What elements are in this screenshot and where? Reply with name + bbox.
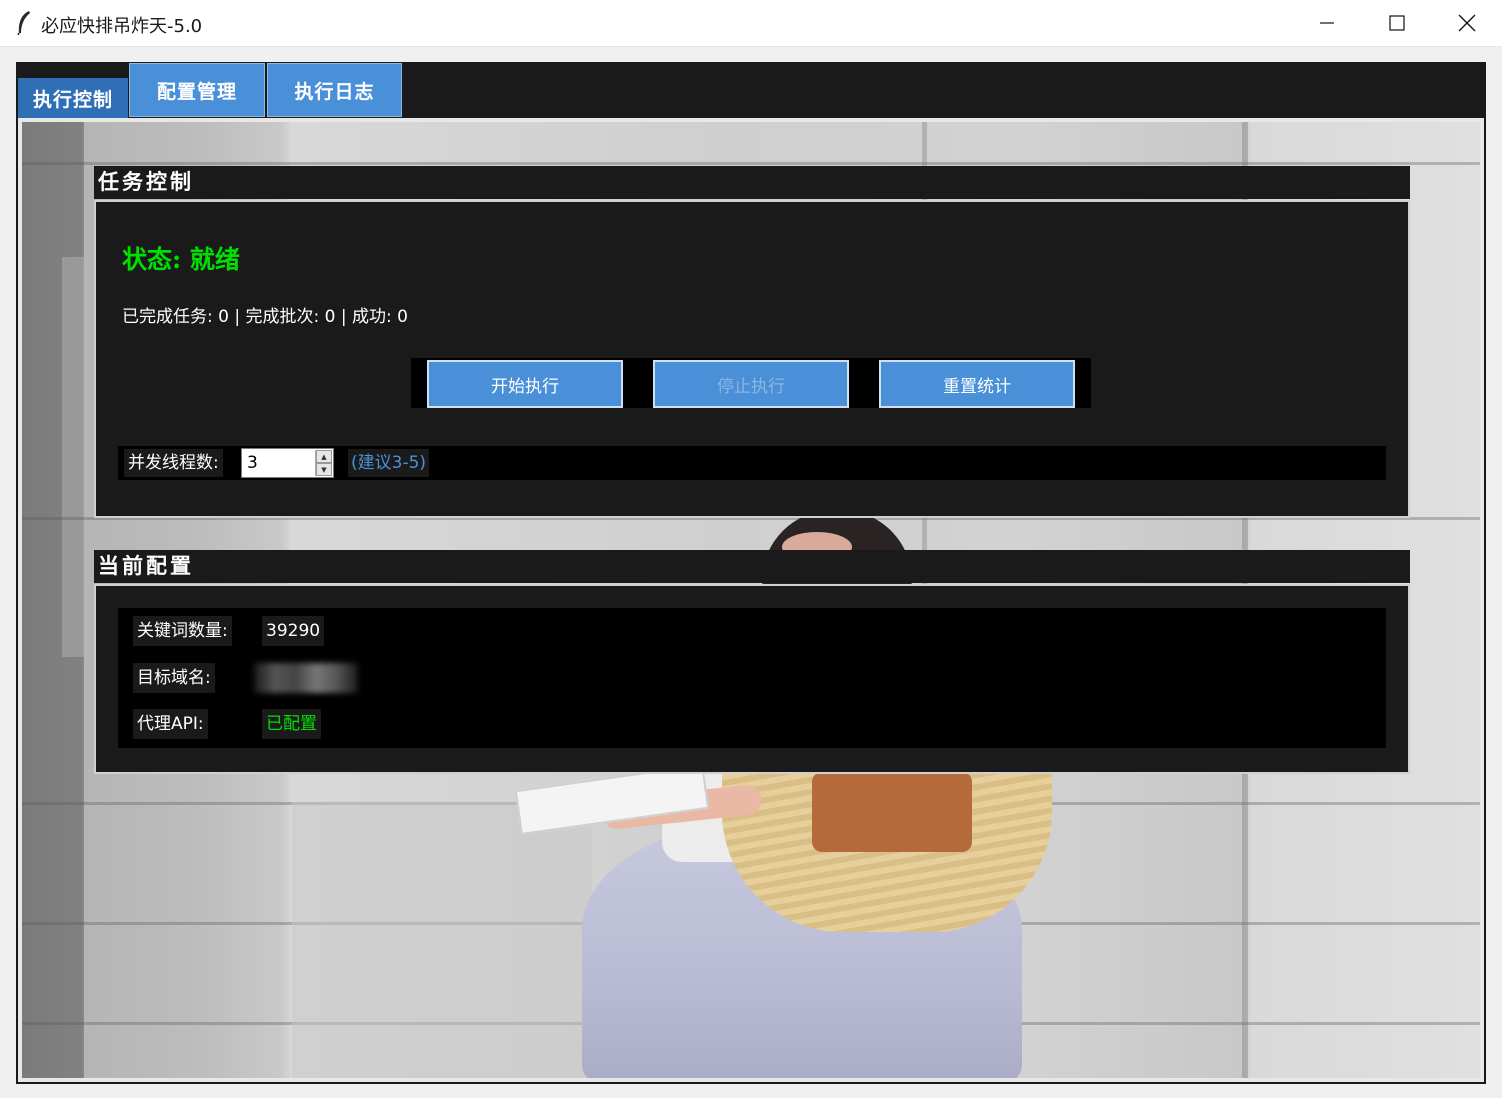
- spin-down-icon[interactable]: ▼: [316, 463, 332, 476]
- maximize-icon: [1389, 15, 1405, 31]
- tab-execution-log[interactable]: 执行日志: [267, 63, 402, 117]
- proxy-api-label: 代理API:: [133, 709, 208, 739]
- target-domain-label: 目标域名:: [133, 663, 215, 693]
- maximize-button[interactable]: [1362, 0, 1432, 46]
- config-list: 关键词数量: 39290 目标域名: 代理API: 已配置: [118, 608, 1386, 748]
- keyword-count-value: 39290: [262, 616, 325, 646]
- window-title: 必应快排吊炸天-5.0: [41, 16, 203, 37]
- target-domain-value-redacted: [254, 663, 358, 693]
- thread-count-spinbox[interactable]: 3 ▲ ▼: [241, 448, 334, 478]
- current-config-panel: 关键词数量: 39290 目标域名: 代理API: 已配置: [94, 584, 1410, 774]
- task-control-title: 任务控制: [94, 166, 1410, 199]
- stats-label: 已完成任务: 0 | 完成批次: 0 | 成功: 0: [122, 307, 408, 327]
- thread-count-hint: (建议3-5): [348, 449, 430, 477]
- stop-button[interactable]: 停止执行: [653, 360, 849, 408]
- thread-count-value[interactable]: 3: [247, 453, 258, 473]
- status-label: 状态: 就绪: [122, 245, 240, 274]
- keyword-count-label: 关键词数量:: [133, 616, 232, 646]
- tab-config-management[interactable]: 配置管理: [129, 63, 265, 117]
- reset-stats-button[interactable]: 重置统计: [879, 360, 1075, 408]
- close-button[interactable]: [1432, 0, 1502, 46]
- current-config-title: 当前配置: [94, 550, 1410, 583]
- title-bar: 必应快排吊炸天-5.0: [0, 0, 1502, 47]
- thread-count-label: 并发线程数:: [124, 449, 223, 477]
- thread-settings-row: 并发线程数: 3 ▲ ▼ (建议3-5): [118, 446, 1386, 480]
- start-button[interactable]: 开始执行: [427, 360, 623, 408]
- spin-up-icon[interactable]: ▲: [316, 450, 332, 463]
- notebook: 执行控制 配置管理 执行日志 任务控制 状态: 就绪 已完成任务: 0 | 完成…: [16, 62, 1486, 1084]
- tab-content: 任务控制 状态: 就绪 已完成任务: 0 | 完成批次: 0 | 成功: 0 开…: [18, 118, 1484, 1082]
- tab-execution-control[interactable]: 执行控制: [18, 78, 128, 118]
- proxy-api-value: 已配置: [262, 709, 321, 739]
- minimize-button[interactable]: [1292, 0, 1362, 46]
- minimize-icon: [1320, 22, 1334, 24]
- button-row: 开始执行 停止执行 重置统计: [411, 358, 1091, 408]
- background-photo: 任务控制 状态: 就绪 已完成任务: 0 | 完成批次: 0 | 成功: 0 开…: [22, 122, 1480, 1078]
- feather-icon: [17, 11, 30, 36]
- task-control-panel: 状态: 就绪 已完成任务: 0 | 完成批次: 0 | 成功: 0 开始执行 停…: [94, 200, 1410, 518]
- close-icon: [1458, 14, 1476, 32]
